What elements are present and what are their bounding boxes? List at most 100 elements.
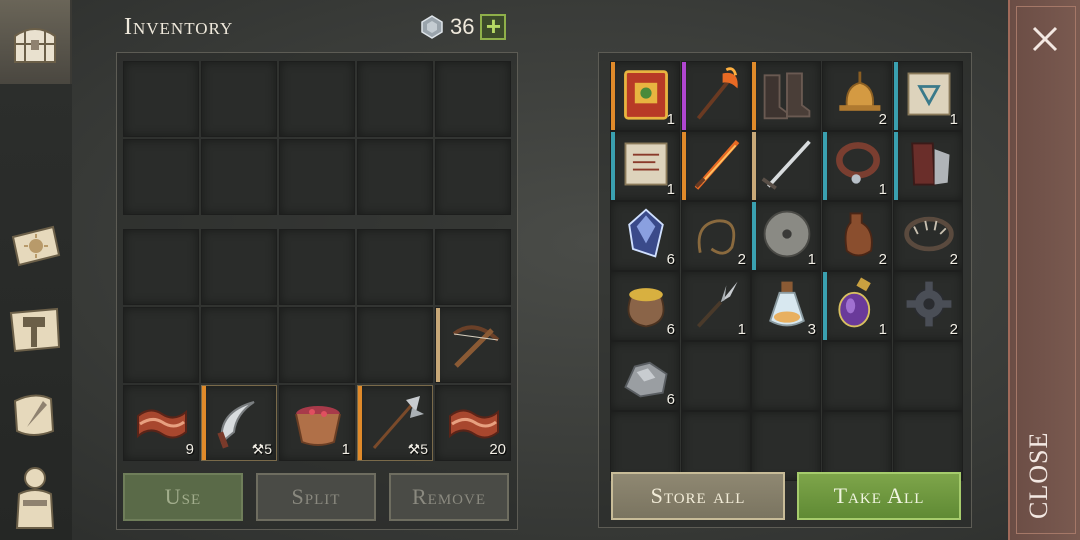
tab-quests[interactable] bbox=[4, 384, 66, 446]
berry-bowl-icon bbox=[295, 406, 341, 446]
character-icon bbox=[15, 467, 55, 529]
store-all-button[interactable]: Store all bbox=[611, 472, 785, 520]
item-quantity: 6 bbox=[666, 321, 675, 338]
storage-slot-empty[interactable] bbox=[893, 341, 963, 411]
whetstone-icon bbox=[763, 210, 811, 258]
storage-slot[interactable]: 2 bbox=[893, 271, 963, 341]
inventory-slot[interactable]: ⚒5 bbox=[357, 385, 433, 461]
storage-slot[interactable]: 2 bbox=[681, 201, 751, 271]
fire-axe-icon bbox=[696, 67, 738, 120]
inventory-slot[interactable]: 20 bbox=[435, 385, 511, 461]
tab-crafting[interactable] bbox=[4, 298, 66, 360]
storage-slot[interactable]: 2 bbox=[822, 201, 892, 271]
collar-icon bbox=[836, 142, 880, 184]
storage-slot[interactable]: 2 bbox=[893, 201, 963, 271]
hammer-icon bbox=[9, 307, 61, 353]
storage-slot-empty[interactable] bbox=[681, 341, 751, 411]
inventory-slot-empty[interactable] bbox=[123, 61, 199, 137]
item-durability: ⚒5 bbox=[407, 441, 428, 457]
fork-blade-icon bbox=[696, 281, 738, 328]
bear-trap-icon bbox=[904, 216, 954, 252]
storage-slot[interactable]: 1 bbox=[751, 201, 821, 271]
close-label[interactable]: CLOSE bbox=[1024, 430, 1054, 520]
storage-slot-empty[interactable] bbox=[751, 411, 821, 481]
sidebar bbox=[0, 0, 72, 540]
storage-slot[interactable]: 1 bbox=[610, 61, 680, 131]
storage-slot[interactable] bbox=[893, 131, 963, 201]
inventory-slot-empty[interactable] bbox=[435, 61, 511, 137]
storage-slot[interactable]: 1 bbox=[681, 271, 751, 341]
inventory-slot-empty[interactable] bbox=[201, 139, 277, 215]
inventory-slot-empty[interactable] bbox=[279, 307, 355, 383]
storage-slot[interactable]: 3 bbox=[751, 271, 821, 341]
storage-slot[interactable]: 2 bbox=[822, 61, 892, 131]
inventory-slot-empty[interactable] bbox=[201, 229, 277, 305]
remove-button[interactable]: Remove bbox=[389, 473, 509, 521]
take-all-button[interactable]: Take All bbox=[797, 472, 961, 520]
use-button[interactable]: Use bbox=[123, 473, 243, 521]
inventory-slot-empty[interactable] bbox=[357, 139, 433, 215]
storage-slot-empty[interactable] bbox=[610, 411, 680, 481]
inventory-slot[interactable] bbox=[435, 307, 511, 383]
storage-slot[interactable]: 1 bbox=[610, 131, 680, 201]
crystal-icon bbox=[628, 208, 664, 258]
inventory-slot-empty[interactable] bbox=[123, 139, 199, 215]
storage-slot[interactable]: 1 bbox=[822, 131, 892, 201]
coin-sack-icon bbox=[627, 288, 665, 328]
add-currency-button[interactable]: + bbox=[480, 13, 507, 40]
storage-slot[interactable]: 1 bbox=[822, 271, 892, 341]
storage-slot[interactable]: 6 bbox=[610, 341, 680, 411]
item-quantity: 1 bbox=[666, 181, 675, 198]
inventory-slot-empty[interactable] bbox=[123, 307, 199, 383]
storage-slot-empty[interactable] bbox=[893, 411, 963, 481]
gauntlet-icon bbox=[911, 142, 950, 186]
storage-slot[interactable]: 6 bbox=[610, 201, 680, 271]
storage-slot[interactable] bbox=[681, 131, 751, 201]
close-panel[interactable]: CLOSE bbox=[1008, 0, 1080, 540]
tab-character[interactable] bbox=[4, 466, 66, 529]
inventory-slot-empty[interactable] bbox=[279, 139, 355, 215]
storage-slot[interactable] bbox=[681, 61, 751, 131]
storage-slot-empty[interactable] bbox=[751, 341, 821, 411]
storage-slot-empty[interactable] bbox=[681, 411, 751, 481]
storage-slot-empty[interactable] bbox=[822, 341, 892, 411]
inventory-title: Inventory bbox=[124, 14, 234, 40]
item-quantity: 1 bbox=[666, 111, 675, 128]
inventory-slot-empty[interactable] bbox=[279, 229, 355, 305]
gem-icon bbox=[421, 15, 443, 39]
inventory-slot-empty[interactable] bbox=[357, 307, 433, 383]
currency-value: 36 bbox=[450, 14, 475, 39]
storage-slot[interactable] bbox=[751, 131, 821, 201]
crossbow-icon bbox=[452, 325, 500, 368]
inventory-slot-empty[interactable] bbox=[201, 307, 277, 383]
potion-icon bbox=[769, 281, 805, 327]
inventory-slot-empty[interactable] bbox=[435, 139, 511, 215]
rope-icon bbox=[697, 219, 736, 255]
inventory-slot-empty[interactable] bbox=[357, 61, 433, 137]
item-quantity: 6 bbox=[666, 251, 675, 268]
inventory-slot-empty[interactable] bbox=[201, 61, 277, 137]
tab-journal[interactable] bbox=[4, 214, 66, 276]
silver-ore-icon bbox=[624, 361, 668, 398]
tab-inventory[interactable] bbox=[0, 0, 72, 84]
item-quantity: 6 bbox=[666, 391, 675, 408]
inventory-slot-empty[interactable] bbox=[123, 229, 199, 305]
storage-slot[interactable]: 1 bbox=[893, 61, 963, 131]
chest-icon bbox=[14, 28, 56, 63]
gear-icon bbox=[906, 281, 952, 327]
inventory-slot-empty[interactable] bbox=[435, 229, 511, 305]
storage-slot[interactable] bbox=[751, 61, 821, 131]
inventory-slot[interactable]: ⚒5 bbox=[201, 385, 277, 461]
spellbook-icon bbox=[624, 70, 668, 120]
item-quantity: 3 bbox=[807, 321, 816, 338]
storage-slot-empty[interactable] bbox=[822, 411, 892, 481]
inventory-slot[interactable]: 9 bbox=[123, 385, 199, 461]
item-quantity: 9 bbox=[185, 441, 194, 458]
item-quantity: 1 bbox=[878, 321, 887, 338]
close-icon[interactable] bbox=[1028, 22, 1062, 56]
inventory-slot-empty[interactable] bbox=[357, 229, 433, 305]
split-button[interactable]: Split bbox=[256, 473, 376, 521]
inventory-slot[interactable]: 1 bbox=[279, 385, 355, 461]
inventory-slot-empty[interactable] bbox=[279, 61, 355, 137]
storage-slot[interactable]: 6 bbox=[610, 271, 680, 341]
